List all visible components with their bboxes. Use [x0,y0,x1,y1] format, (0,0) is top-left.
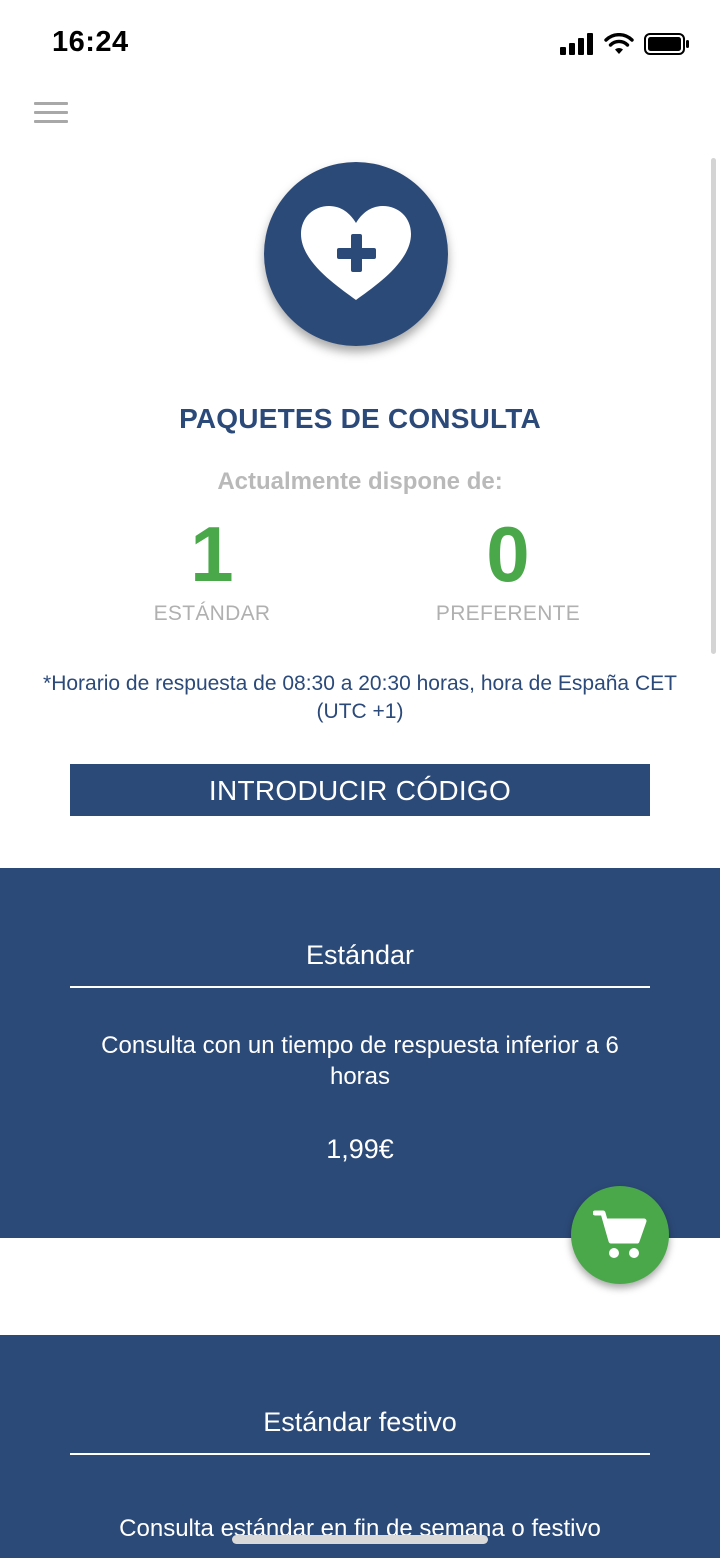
battery-icon [644,33,689,55]
package-divider [70,986,650,988]
enter-code-button[interactable]: INTRODUCIR CÓDIGO [70,764,650,816]
hamburger-menu-icon[interactable] [34,102,68,128]
status-time: 16:24 [52,26,129,58]
cart-button[interactable] [571,1186,669,1284]
package-description: Consulta con un tiempo de respuesta infe… [101,1032,619,1090]
heart-plus-icon [301,206,411,300]
preferred-counter: 0 PREFERENTE [378,508,638,626]
standard-count-label: ESTÁNDAR [153,602,271,625]
response-hours-note: *Horario de respuesta de 08:30 a 20:30 h… [43,672,677,723]
package-name: Estándar festivo [263,1407,457,1437]
package-divider [70,1453,650,1455]
page-title: PAQUETES DE CONSULTA [179,403,541,434]
standard-count: 1 [190,510,234,598]
preferred-count: 0 [486,510,530,598]
status-bar: 16:24 [0,0,720,88]
package-price: 1,99€ [326,1134,394,1164]
package-card-standard-holiday[interactable]: Estándar festivo Consulta estándar en fi… [0,1335,720,1558]
availability-subtitle: Actualmente dispone de: [217,468,503,495]
shopping-cart-icon [593,1210,647,1258]
signal-icon [560,33,593,55]
logo-badge [264,162,448,346]
home-indicator [232,1535,488,1544]
package-card-standard[interactable]: Estándar Consulta con un tiempo de respu… [0,868,720,1238]
package-name: Estándar [305,940,415,970]
wifi-icon [604,33,634,54]
standard-counter: 1 ESTÁNDAR [82,508,342,626]
preferred-count-label: PREFERENTE [435,602,581,625]
status-icons [560,30,690,58]
